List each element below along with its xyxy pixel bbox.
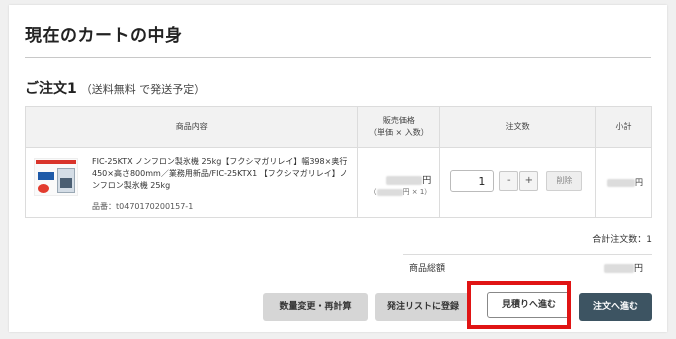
unit-price: （ 円 × 1）	[370, 187, 432, 197]
table-row: FIC-25KTX ノンフロン製氷機 25kg【フクシマガリレイ】幅398×奥行…	[24, 147, 652, 218]
order-title: ご注文1	[25, 81, 77, 97]
unit-suffix: 円 × 1）	[402, 188, 432, 196]
decrement-button[interactable]: -	[499, 171, 519, 191]
delete-button[interactable]: 削除	[546, 171, 583, 191]
unit-prefix: （	[369, 188, 377, 196]
quantity-cell: - + 削除	[439, 147, 597, 218]
total-quantity: 合計注文数：1	[592, 232, 652, 245]
header-price-label: 販売価格	[382, 116, 415, 125]
price-cell: 円 （ 円 × 1）	[357, 147, 441, 218]
order-heading: ご注文1 （送料無料 で発送予定）	[25, 78, 205, 98]
subtotal-cell: 円	[595, 147, 652, 218]
product-cell: FIC-25KTX ノンフロン製氷機 25kg【フクシマガリレイ】幅398×奥行…	[24, 147, 359, 218]
highlight-box	[467, 281, 571, 329]
proceed-to-checkout-button[interactable]: 注文へ進む	[579, 293, 652, 321]
header-price: 販売価格 （単価 × 入数）	[357, 106, 441, 148]
quantity-input[interactable]	[450, 170, 495, 192]
header-subtotal: 小計	[595, 106, 652, 148]
total-quantity-label: 合計注文数：	[592, 235, 647, 245]
total-quantity-value: 1	[646, 235, 652, 245]
product-image[interactable]	[34, 158, 78, 196]
price-suffix: 円	[422, 176, 432, 186]
recalculate-button[interactable]: 数量変更・再計算	[263, 293, 368, 321]
divider	[403, 254, 652, 255]
subtotal-suffix: 円	[635, 178, 643, 187]
divider	[25, 57, 651, 58]
price-value: 円	[386, 173, 431, 186]
cart-table: 商品内容 販売価格 （単価 × 入数） 注文数 小計 FIC-25KTX ノンフ…	[24, 106, 652, 218]
product-code-value: t0470170200157-1	[116, 202, 194, 211]
total-suffix: 円	[633, 264, 643, 274]
table-header-row: 商品内容 販売価格 （単価 × 入数） 注文数 小計	[24, 106, 652, 148]
header-item: 商品内容	[24, 106, 359, 148]
increment-button[interactable]: +	[519, 171, 539, 191]
product-name[interactable]: FIC-25KTX ノンフロン製氷機 25kg【フクシマガリレイ】幅398×奥行…	[92, 156, 354, 192]
page-title: 現在のカートの中身	[25, 26, 183, 46]
header-price-sub: （単価 × 入数）	[368, 128, 429, 137]
product-code: 品番：t0470170200157-1	[92, 201, 193, 212]
shipping-note: （送料無料 で発送予定）	[80, 83, 206, 96]
subtotal-value: 円	[607, 177, 643, 188]
add-to-order-list-button[interactable]: 発注リストに登録	[375, 293, 471, 321]
header-quantity: 注文数	[439, 106, 597, 148]
total-value: 円	[603, 261, 643, 274]
product-code-label: 品番：	[92, 202, 116, 211]
total-label: 商品総額	[409, 264, 446, 274]
